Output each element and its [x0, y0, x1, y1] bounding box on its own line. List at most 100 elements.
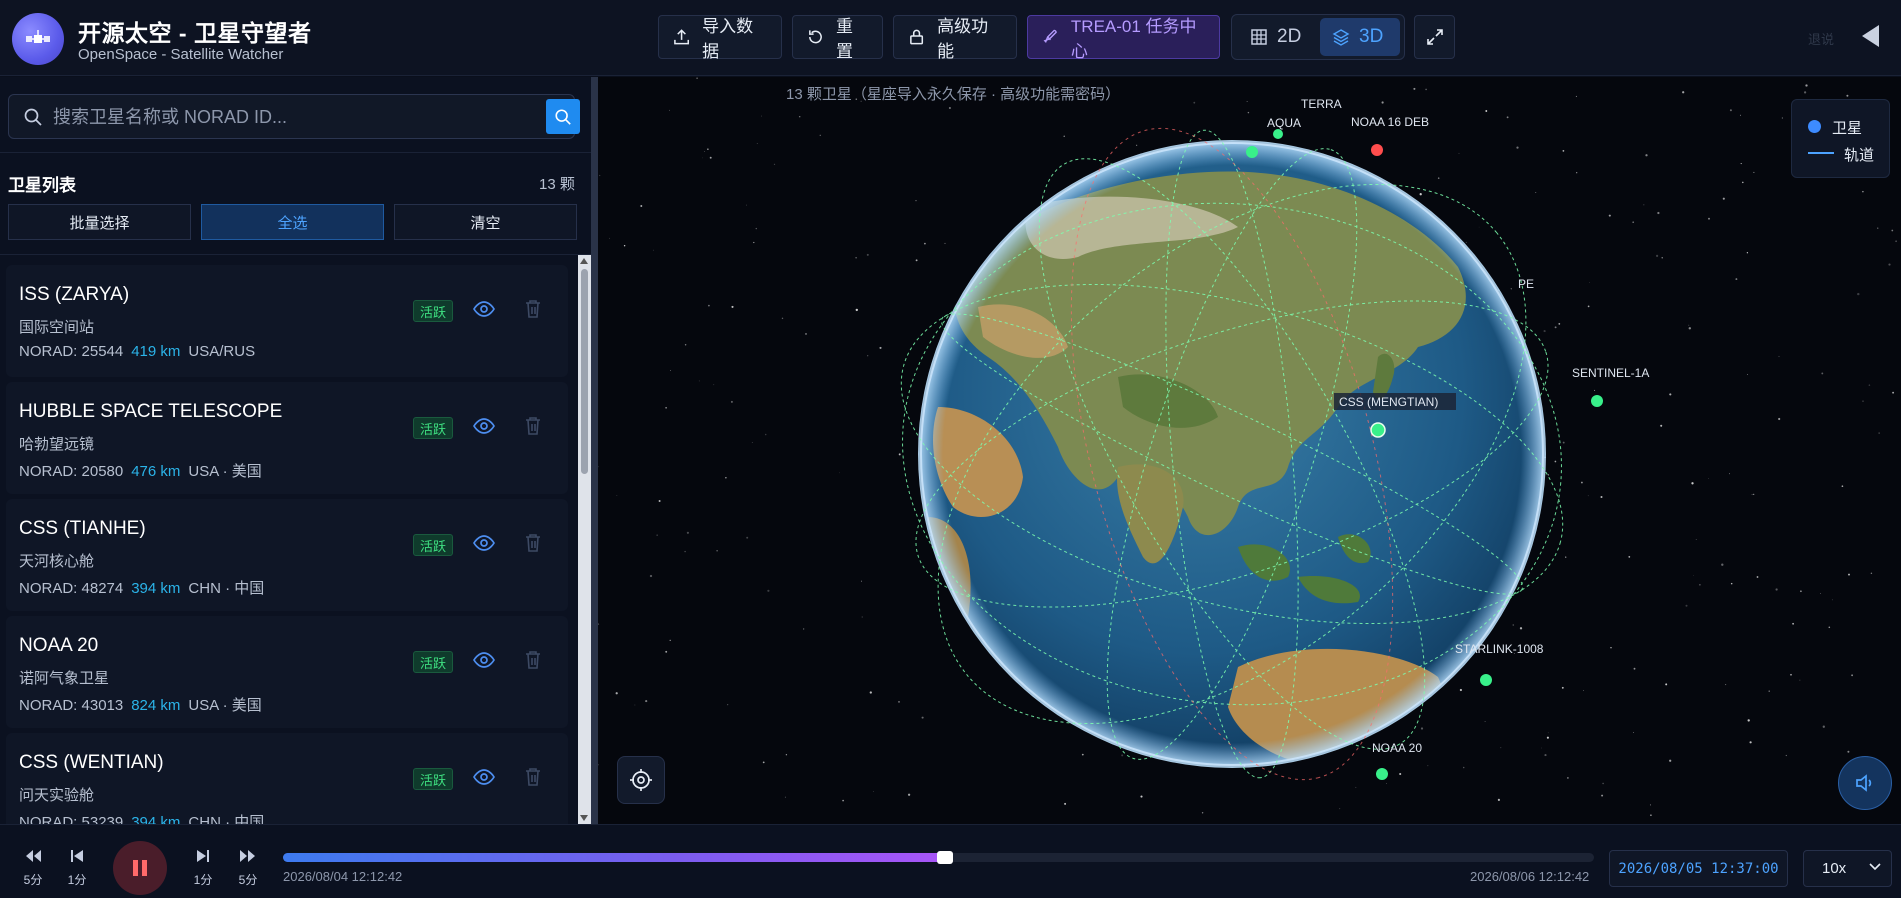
star	[1602, 782, 1604, 785]
star	[665, 406, 667, 409]
scroll-thumb[interactable]	[581, 269, 588, 474]
globe-viewport[interactable]: TERRA AQUA NOAA 16 DEB PE SENTINEL-1A CS…	[598, 77, 1901, 824]
star	[1729, 473, 1730, 475]
star	[1803, 91, 1807, 94]
star	[1895, 240, 1897, 243]
scroll-up-arrow[interactable]	[580, 258, 588, 264]
star	[684, 550, 686, 553]
forward-1min-label: 1分	[193, 873, 213, 887]
trash-icon[interactable]	[523, 766, 543, 788]
star	[1688, 327, 1692, 330]
locate-button[interactable]	[617, 756, 665, 804]
search-submit-button[interactable]	[546, 99, 580, 134]
clear-button[interactable]: 清空	[394, 204, 577, 240]
collapse-panel-icon[interactable]	[1862, 25, 1879, 47]
fullscreen-button[interactable]	[1414, 15, 1455, 59]
satellite-card[interactable]: CSS (WENTIAN) 问天实验舱 NORAD: 53239 394 km CH…	[6, 733, 568, 824]
eye-icon[interactable]	[473, 766, 495, 788]
star	[1506, 116, 1509, 119]
star	[1541, 747, 1542, 749]
satellite-name: CSS (TIANHE)	[19, 518, 146, 539]
star	[670, 370, 671, 371]
mission-center-button[interactable]: TREA-01 任务中心	[1027, 15, 1220, 61]
advanced-features-label: 高级功能	[937, 17, 989, 61]
altitude: 824 km	[131, 697, 181, 714]
search-input[interactable]	[53, 103, 533, 131]
view-3d-button[interactable]: 3D	[1320, 18, 1400, 56]
rewind-5min-button[interactable]: 5分	[18, 849, 48, 888]
star	[1768, 690, 1770, 692]
star	[665, 650, 668, 653]
forward-1min-button[interactable]: 1分	[188, 849, 218, 888]
trash-icon[interactable]	[523, 532, 543, 554]
panel-splitter[interactable]	[591, 77, 598, 824]
trash-icon[interactable]	[523, 298, 543, 320]
star	[1385, 783, 1387, 784]
status-badge: 活跃	[413, 651, 454, 673]
star	[1669, 393, 1672, 396]
status-badge: 活跃	[413, 534, 454, 556]
star	[1822, 725, 1825, 728]
star	[725, 477, 727, 479]
forward-5min-button[interactable]: 5分	[233, 849, 263, 888]
select-all-button[interactable]: 全选	[201, 204, 384, 240]
country: CHN · 中国	[188, 580, 265, 597]
star	[658, 500, 661, 502]
fast-forward-icon	[240, 850, 255, 862]
app-title: 开源太空 - 卫星守望者	[78, 20, 312, 46]
rewind-1min-button[interactable]: 1分	[62, 849, 92, 888]
sound-button[interactable]	[1838, 756, 1892, 810]
app-root: 开源太空 - 卫星守望者 OpenSpace - Satellite Watch…	[0, 0, 1901, 898]
satellite-chinese-name: 诺阿气象卫星	[19, 670, 110, 687]
timeline-slider-handle[interactable]	[937, 851, 954, 864]
speed-select[interactable]: 10x	[1803, 850, 1892, 887]
star	[1500, 747, 1502, 749]
star	[798, 115, 801, 118]
view-2d-label: 2D	[1277, 26, 1302, 47]
star	[872, 791, 874, 792]
star	[1870, 572, 1873, 575]
satellite-card[interactable]: HUBBLE SPACE TELESCOPE 哈勃望远镜 NORAD: 2058…	[6, 382, 568, 494]
star	[1478, 226, 1480, 228]
pause-button[interactable]	[113, 841, 167, 895]
satellite-card[interactable]: CSS (TIANHE) 天河核心舱 NORAD: 48274 394 km CHN…	[6, 499, 568, 611]
star	[1140, 795, 1143, 798]
satellite-dot-sentinel	[1591, 395, 1603, 407]
eye-icon[interactable]	[473, 649, 495, 671]
star	[1753, 493, 1755, 496]
star	[1721, 563, 1724, 566]
star	[1775, 588, 1778, 591]
star	[1420, 727, 1424, 730]
reset-button[interactable]: 重置	[792, 15, 883, 61]
map-legend: 卫星 轨道	[1791, 99, 1890, 178]
satellite-card[interactable]: ISS (ZARYA) 国际空间站 NORAD: 25544 419 km USA/…	[6, 265, 568, 377]
timeline-slider[interactable]	[283, 851, 1594, 864]
import-data-button[interactable]: 导入数据	[658, 15, 782, 61]
star	[866, 253, 869, 256]
scroll-down-arrow[interactable]	[580, 815, 588, 821]
eye-icon[interactable]	[473, 532, 495, 554]
star	[1665, 683, 1668, 686]
trash-icon[interactable]	[523, 649, 543, 671]
star	[1587, 495, 1589, 497]
lock-icon	[910, 29, 924, 45]
list-scrollbar[interactable]	[578, 255, 591, 824]
globe-scene: TERRA AQUA NOAA 16 DEB PE SENTINEL-1A CS…	[598, 77, 1897, 817]
star	[1458, 152, 1460, 154]
star	[879, 346, 882, 349]
eye-icon[interactable]	[473, 415, 495, 437]
satellite-sidebar: 卫星列表 13 颗 批量选择 全选 清空 ISS (ZARYA) 国际空间站 N…	[0, 77, 591, 824]
satellite-dot-css	[1370, 422, 1386, 438]
star	[713, 384, 715, 386]
star	[1576, 172, 1578, 174]
satellite-card[interactable]: NOAA 20 诺阿气象卫星 NORAD: 43013 824 km USA · 美…	[6, 616, 568, 728]
advanced-features-button[interactable]: 高级功能	[893, 15, 1017, 61]
star	[751, 442, 753, 443]
batch-select-button[interactable]: 批量选择	[8, 204, 191, 240]
star	[855, 257, 857, 259]
current-time-field[interactable]: 2026/08/05 12:37:00	[1609, 850, 1788, 887]
trash-icon[interactable]	[523, 415, 543, 437]
eye-icon[interactable]	[473, 298, 495, 320]
view-2d-button[interactable]: 2D	[1238, 18, 1318, 56]
star	[1558, 322, 1561, 325]
